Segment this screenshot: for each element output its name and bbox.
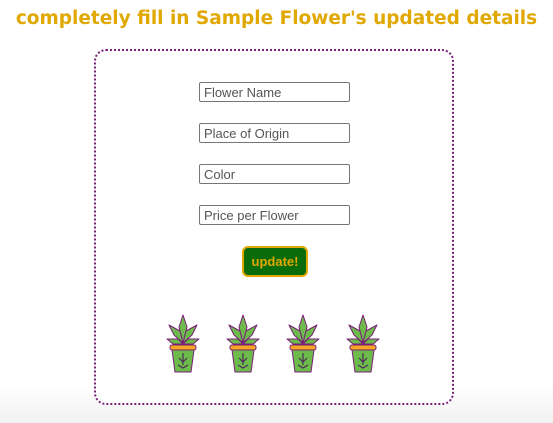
price-per-flower-input[interactable] bbox=[199, 205, 350, 225]
flower-name-input[interactable] bbox=[199, 82, 350, 102]
place-of-origin-input[interactable] bbox=[199, 123, 350, 143]
update-button[interactable]: update! bbox=[242, 246, 308, 277]
potted-plant-icon bbox=[346, 314, 380, 373]
potted-plant-icon bbox=[286, 314, 320, 373]
page: completely fill in Sample Flower's updat… bbox=[0, 0, 553, 423]
page-title: completely fill in Sample Flower's updat… bbox=[15, 8, 538, 29]
update-form-card: update! bbox=[94, 49, 454, 405]
color-input[interactable] bbox=[199, 164, 350, 184]
plant-decorations bbox=[166, 313, 386, 375]
potted-plant-icon bbox=[226, 314, 260, 373]
potted-plant-icon bbox=[166, 314, 200, 373]
